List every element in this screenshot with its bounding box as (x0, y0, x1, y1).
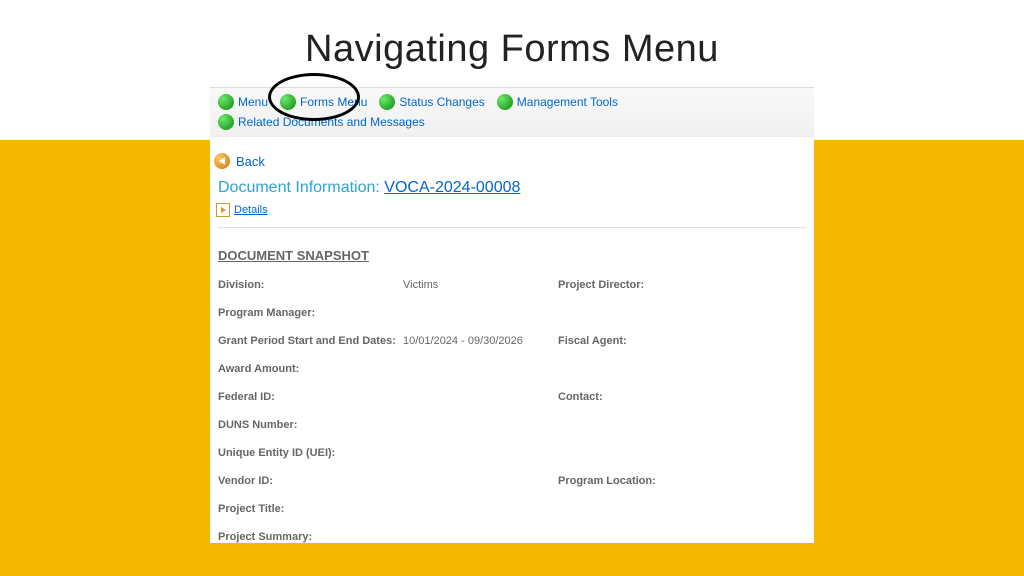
nav-icon (497, 94, 513, 110)
back-icon (214, 153, 230, 169)
nav-menu[interactable]: Menu (214, 94, 272, 110)
nav-icon (280, 94, 296, 110)
duns-label: DUNS Number: (218, 419, 403, 431)
nav-status-changes[interactable]: Status Changes (375, 94, 488, 110)
nav-icon (379, 94, 395, 110)
nav-label: Related Documents and Messages (238, 115, 425, 129)
nav-forms-menu[interactable]: Forms Menu (276, 94, 371, 110)
project-title-value (403, 503, 558, 515)
uei-label: Unique Entity ID (UEI): (218, 447, 403, 459)
duns-value (403, 419, 558, 431)
project-summary-value (403, 531, 558, 543)
snapshot-grid: Division: Victims Project Director: Prog… (210, 279, 814, 543)
snapshot-title: DOCUMENT SNAPSHOT (210, 248, 814, 279)
doc-info-label: Document Information: (218, 179, 384, 196)
contact-label: Contact: (558, 391, 658, 403)
division-value: Victims (403, 279, 558, 291)
nav-icon (218, 94, 234, 110)
nav-label: Status Changes (399, 95, 484, 109)
nav-wrap: Menu Forms Menu Status Changes Managemen… (210, 87, 814, 137)
nav-related-documents[interactable]: Related Documents and Messages (214, 114, 429, 130)
award-amount-value (403, 363, 558, 375)
nav-icon (218, 114, 234, 130)
vendor-id-label: Vendor ID: (218, 475, 403, 487)
nav-management-tools[interactable]: Management Tools (493, 94, 622, 110)
project-title-label: Project Title: (218, 503, 403, 515)
federal-id-value (403, 391, 558, 403)
vendor-id-value (403, 475, 558, 487)
divider (218, 227, 806, 228)
award-amount-label: Award Amount: (218, 363, 403, 375)
fiscal-agent-label: Fiscal Agent: (558, 335, 658, 347)
nav-label: Management Tools (517, 95, 618, 109)
federal-id-label: Federal ID: (218, 391, 403, 403)
document-info: Document Information: VOCA-2024-00008 (210, 179, 814, 201)
nav-label: Menu (238, 95, 268, 109)
back-link[interactable]: Back (236, 154, 265, 169)
project-summary-label: Project Summary: (218, 531, 403, 543)
page-title: Navigating Forms Menu (0, 0, 1024, 87)
project-director-value (658, 279, 806, 291)
content-panel: Menu Forms Menu Status Changes Managemen… (210, 87, 814, 543)
grant-period-value: 10/01/2024 - 09/30/2026 (403, 335, 558, 347)
nav-bar: Menu Forms Menu Status Changes Managemen… (210, 87, 814, 137)
uei-value (403, 447, 558, 459)
division-label: Division: (218, 279, 403, 291)
project-director-label: Project Director: (558, 279, 658, 291)
nav-label: Forms Menu (300, 95, 367, 109)
program-location-label: Program Location: (558, 475, 658, 487)
program-manager-value (403, 307, 558, 319)
details-row: Details (210, 201, 814, 227)
contact-value (658, 391, 806, 403)
program-manager-label: Program Manager: (218, 307, 403, 319)
grant-period-label: Grant Period Start and End Dates: (218, 335, 403, 347)
fiscal-agent-value (658, 335, 806, 347)
program-location-value (658, 475, 806, 487)
doc-info-link[interactable]: VOCA-2024-00008 (384, 179, 520, 196)
details-link[interactable]: Details (234, 204, 268, 216)
expand-icon[interactable] (216, 203, 230, 217)
back-row: Back (210, 137, 814, 179)
